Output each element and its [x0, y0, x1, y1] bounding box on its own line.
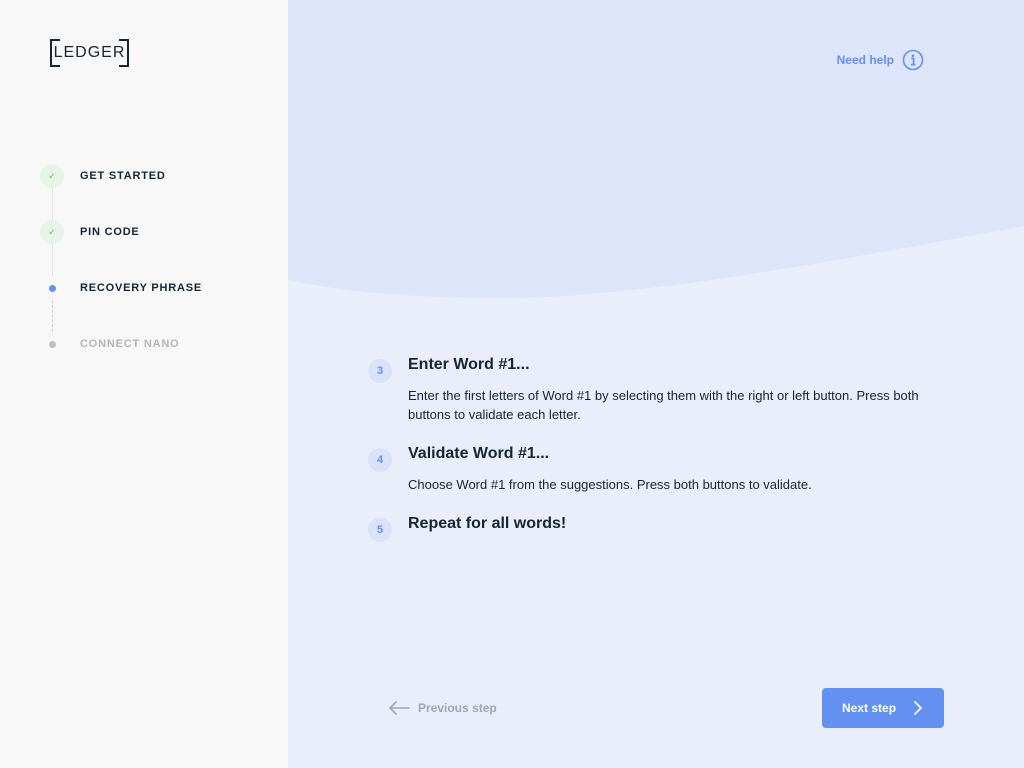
instruction-step-5: 5 Repeat for all words!: [368, 515, 938, 544]
instruction-step-4: 4 Validate Word #1... Choose Word #1 fro…: [368, 445, 938, 492]
instruction-title: Repeat for all words!: [408, 515, 567, 532]
step-label: RECOVERY PHRASE: [80, 282, 203, 294]
check-icon: ✓: [40, 220, 64, 244]
step-label: GET STARTED: [80, 170, 166, 182]
step-list: ✓ GET STARTED ✓ PIN CODE RECOVERY PHRASE…: [0, 0, 288, 768]
instruction-description: Enter the first letters of Word #1 by se…: [408, 388, 919, 422]
step-connector: [52, 300, 53, 332]
pending-dot-icon: [48, 340, 56, 348]
step-number-badge: 4: [368, 448, 392, 472]
step-label: CONNECT NANO: [80, 338, 180, 350]
step-number-badge: 5: [368, 518, 392, 542]
step-connector: [52, 188, 53, 220]
previous-step-label: Previous step: [418, 701, 497, 715]
next-step-label: Next step: [842, 701, 897, 715]
step-recovery-phrase: RECOVERY PHRASE: [40, 276, 202, 300]
instruction-step-3: 3 Enter Word #1... Enter the first lette…: [368, 356, 938, 422]
step-pin-code: ✓ PIN CODE: [40, 220, 140, 244]
sidebar: LEDGER ✓ GET STARTED ✓ PIN CODE RECOVERY…: [0, 0, 288, 768]
active-step-indicator: [40, 276, 64, 300]
instruction-title: Validate Word #1...: [408, 445, 550, 462]
check-icon: ✓: [40, 164, 64, 188]
onboarding-window: LEDGER ✓ GET STARTED ✓ PIN CODE RECOVERY…: [0, 0, 1024, 768]
step-label: PIN CODE: [80, 226, 140, 238]
pending-step-indicator: [40, 332, 64, 356]
active-dot-icon: [48, 284, 56, 292]
arrow-left-icon: [389, 701, 410, 715]
step-number-badge: 3: [368, 359, 392, 383]
main-panel: Need help 3 Enter Word #1... Enter the f…: [288, 0, 1024, 768]
step-get-started: ✓ GET STARTED: [40, 164, 166, 188]
info-circle-icon: [902, 49, 924, 71]
need-help-label: Need help: [836, 53, 894, 67]
next-step-button[interactable]: Next step: [822, 688, 944, 728]
header-wave-background: [288, 0, 1024, 299]
need-help-link[interactable]: Need help: [837, 49, 924, 71]
instruction-description: Choose Word #1 from the suggestions. Pre…: [408, 477, 812, 492]
step-connect-nano: CONNECT NANO: [40, 332, 179, 356]
instruction-title: Enter Word #1...: [408, 356, 530, 373]
chevron-right-icon: [914, 701, 922, 715]
step-connector: [52, 244, 53, 276]
previous-step-button[interactable]: Previous step: [388, 697, 497, 719]
